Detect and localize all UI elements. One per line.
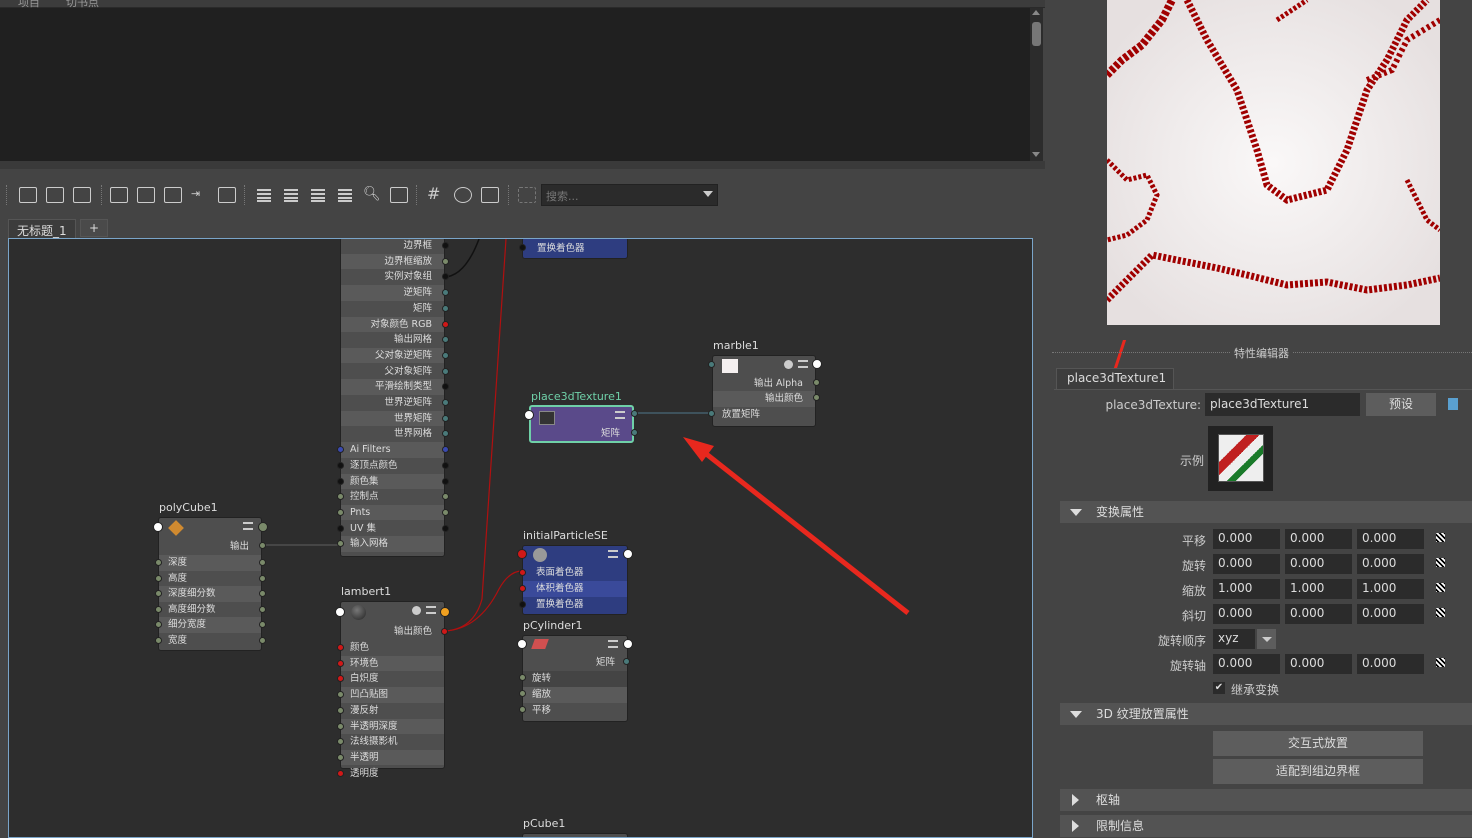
rotate-axis-label: 旋转轴 — [1169, 659, 1206, 673]
sample-swatch — [1208, 426, 1273, 491]
keyable-icon[interactable] — [1436, 533, 1445, 542]
keyable-icon[interactable] — [1436, 558, 1445, 567]
shear-y-field[interactable]: 0.000 — [1285, 604, 1352, 624]
rotate-y-field[interactable]: 0.000 — [1285, 554, 1352, 574]
rotate-label: 旋转 — [1181, 559, 1206, 573]
keyable-icon[interactable] — [1436, 658, 1445, 667]
section-limit-info[interactable]: 限制信息 — [1060, 815, 1472, 837]
keyable-icon[interactable] — [1436, 583, 1445, 592]
sample-label: 示例 — [1179, 454, 1204, 468]
rotate-z-field[interactable]: 0.000 — [1357, 554, 1424, 574]
attribute-editor-header: 特性编辑器 — [1052, 344, 1472, 361]
marble-texture-preview — [1107, 0, 1440, 325]
rotate-axis-z[interactable]: 0.000 — [1357, 654, 1424, 674]
attribute-editor-title: 特性编辑器 — [1230, 345, 1293, 361]
expand-icon — [1072, 794, 1079, 806]
inherit-label: 继承变换 — [1231, 683, 1280, 697]
annotation-arrow — [698, 447, 910, 615]
scale-x-field[interactable]: 1.000 — [1213, 579, 1280, 599]
node-name-field[interactable]: place3dTexture1 — [1205, 393, 1360, 416]
keyable-icon[interactable] — [1436, 608, 1445, 617]
rotate-order-dropdown[interactable] — [1257, 629, 1276, 649]
section-transform[interactable]: 变换属性 — [1060, 501, 1472, 523]
expand-icon — [1072, 820, 1079, 832]
tab-place3dtexture[interactable]: place3dTexture1 — [1056, 368, 1174, 389]
scale-z-field[interactable]: 1.000 — [1357, 579, 1424, 599]
section-pivot[interactable]: 枢轴 — [1060, 789, 1472, 811]
node-name-label: place3dTexture: — [1105, 398, 1201, 412]
shear-label: 斜切 — [1181, 609, 1206, 623]
pin-icon[interactable] — [1448, 398, 1458, 410]
preset-button[interactable]: 预设 — [1366, 393, 1436, 416]
rotate-x-field[interactable]: 0.000 — [1213, 554, 1280, 574]
shear-z-field[interactable]: 0.000 — [1357, 604, 1424, 624]
translate-z-field[interactable]: 0.000 — [1357, 529, 1424, 549]
rotate-axis-x[interactable]: 0.000 — [1213, 654, 1280, 674]
interactive-placement-button[interactable]: 交互式放置 — [1213, 731, 1423, 756]
cube-icon — [1218, 434, 1264, 482]
translate-x-field[interactable]: 0.000 — [1213, 529, 1280, 549]
rotate-order-select[interactable]: xyz — [1213, 629, 1255, 649]
translate-label: 平移 — [1181, 534, 1206, 548]
scale-label: 缩放 — [1181, 584, 1206, 598]
shear-x-field[interactable]: 0.000 — [1213, 604, 1280, 624]
inherit-checkbox[interactable]: ✔ — [1213, 682, 1225, 694]
scale-y-field[interactable]: 1.000 — [1285, 579, 1352, 599]
rotate-order-label: 旋转顺序 — [1157, 634, 1206, 648]
translate-y-field[interactable]: 0.000 — [1285, 529, 1352, 549]
fit-to-bbox-button[interactable]: 适配到组边界框 — [1213, 759, 1423, 784]
rotate-axis-y[interactable]: 0.000 — [1285, 654, 1352, 674]
chevron-down-icon — [1262, 637, 1272, 642]
collapse-icon — [1070, 509, 1082, 516]
section-3d-placement[interactable]: 3D 纹理放置属性 — [1060, 703, 1472, 725]
collapse-icon — [1070, 711, 1082, 718]
